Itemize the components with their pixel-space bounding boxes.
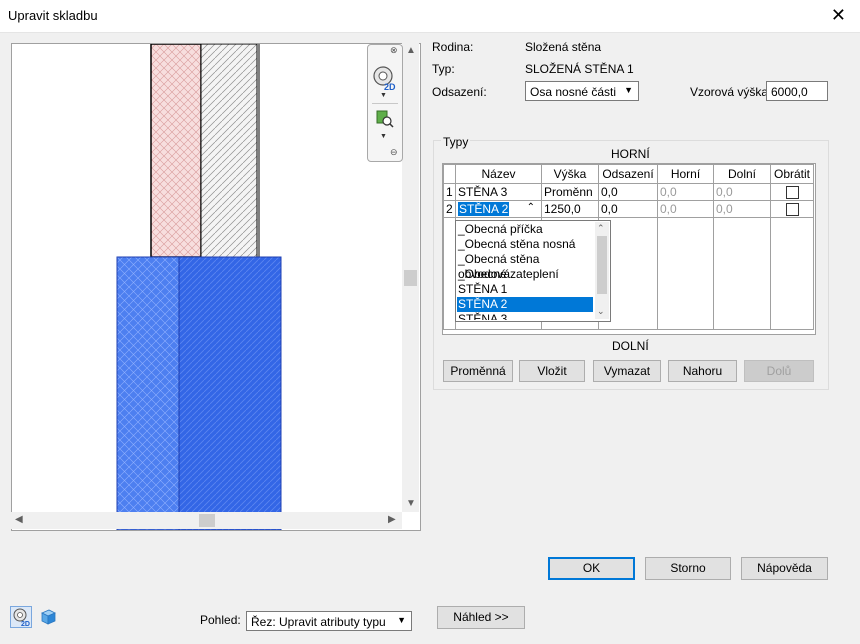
dropdown-option[interactable]: STĚNA 3 [457,312,593,320]
scroll-right-icon[interactable]: ▶ [388,514,396,525]
dropdown-option-selected[interactable]: STĚNA 2 [457,297,593,312]
insert-button[interactable]: Vložit [519,360,585,382]
navbar-options-icon[interactable]: ⊖ [390,147,398,158]
view-label: Pohled: [200,613,241,627]
row-height[interactable]: Proměnn [541,183,599,201]
dropdown-option[interactable]: _Obecné zateplení [457,267,593,282]
cancel-button[interactable]: Storno [645,557,731,580]
vertical-scrollbar[interactable]: ▲ ▼ [402,43,419,512]
type-dropdown-list[interactable]: _Obecná příčka _Obecná stěna nosná _Obec… [455,220,611,322]
preview-button[interactable]: Náhled >> [437,606,525,629]
up-button[interactable]: Nahoru [668,360,737,382]
dropdown-scrollbar[interactable]: ⌃ ⌄ [595,222,609,319]
delete-button[interactable]: Vymazat [593,360,661,382]
horizontal-scrollbar[interactable]: ◀ ▶ [11,512,402,529]
wall-layer-gray [200,44,258,258]
horizontal-scroll-thumb[interactable] [199,514,215,527]
table-row[interactable]: 1 STĚNA 3 Proměnn 0,0 0,0 0,0 [443,183,814,201]
chevron-up-icon[interactable]: ⌃ [527,202,535,213]
top-label: HORNÍ [611,147,650,161]
zoom-dropdown-icon[interactable]: ▼ [380,133,387,140]
title-bar [0,0,860,33]
dropdown-down-icon[interactable]: ⌄ [597,306,605,317]
family-label: Rodina: [432,40,474,54]
view-select-value: Řez: Upravit atributy typu [251,615,386,629]
chevron-down-icon: ▼ [397,615,406,625]
row-top: 0,0 [657,183,714,201]
navigation-bar: ⊗ 2D ▼ ▼ ⊖ [367,44,403,162]
column-bottom: Dolní [713,164,771,184]
wall-layer-pink [150,44,202,258]
column-name: Název [455,164,542,184]
types-group-label: Typy [441,135,471,149]
wall-layer-blue-light [116,256,180,530]
view-2d-icon[interactable]: 2D [10,606,32,628]
flip-checkbox[interactable] [785,186,799,200]
steering-wheel-2d-icon[interactable]: 2D [372,65,398,91]
sample-height-label: Vzorová výška: [690,85,772,99]
row-name-cell[interactable]: STĚNA 2 ⌃ [455,200,542,218]
scroll-up-icon[interactable]: ▲ [406,45,416,56]
dropdown-option[interactable]: STĚNA 1 [457,282,593,297]
row-bottom: 0,0 [713,200,771,218]
row-bottom: 0,0 [713,183,771,201]
bottom-label: DOLNÍ [612,339,649,353]
column-flip: Obrátit [770,164,814,184]
navbar-dropdown-icon[interactable]: ▼ [380,92,387,99]
row-height[interactable]: 1250,0 [541,200,599,218]
row-offset[interactable]: 0,0 [598,200,658,218]
row-offset[interactable]: 0,0 [598,183,658,201]
wall-layer-blue [178,256,282,530]
cube-3d-icon[interactable] [38,607,58,627]
dropdown-scroll-thumb[interactable] [597,236,607,294]
dropdown-option[interactable]: _Obecná příčka [457,222,593,237]
scroll-left-icon[interactable]: ◀ [15,514,23,525]
vertical-scroll-thumb[interactable] [404,270,417,286]
view-select[interactable]: Řez: Upravit atributy typu ▼ [246,611,412,631]
chevron-down-icon: ▼ [624,85,633,95]
row-number: 1 [443,183,456,201]
sample-height-value: 6000,0 [771,85,808,99]
column-offset: Odsazení [598,164,658,184]
ok-button[interactable]: OK [548,557,635,580]
row-top: 0,0 [657,200,714,218]
zoom-window-icon[interactable] [375,109,395,129]
scroll-down-icon[interactable]: ▼ [406,498,416,509]
window-title: Upravit skladbu [8,8,98,23]
row-number: 2 [443,200,456,218]
offset-select[interactable]: Osa nosné části ▼ [525,81,639,101]
help-button[interactable]: Nápověda [741,557,828,580]
down-button[interactable]: Dolů [744,360,814,382]
variable-button[interactable]: Proměnná [443,360,513,382]
svg-text:2D: 2D [21,621,30,628]
table-row[interactable]: 2 STĚNA 2 ⌃ 1250,0 0,0 0,0 0,0 [443,200,814,218]
wall-section-preview [116,44,282,530]
close-icon[interactable]: ✕ [831,5,846,26]
svg-text:2D: 2D [384,82,396,91]
family-value: Složená stěna [525,40,602,54]
type-label: Typ: [432,62,455,76]
column-height: Výška [541,164,599,184]
preview-panel[interactable] [11,43,421,531]
dropdown-option[interactable]: _Obecná stěna nosná [457,237,593,252]
dropdown-option[interactable]: _Obecná stěna obvodová [457,252,593,281]
table-header-row: Název Výška Odsazení Horní Dolní Obrátit [443,164,814,184]
dropdown-up-icon[interactable]: ⌃ [597,223,605,234]
flip-checkbox[interactable] [785,203,799,217]
row-name[interactable]: STĚNA 3 [455,183,542,201]
navbar-close-icon[interactable]: ⊗ [390,45,398,56]
sample-height-input[interactable]: 6000,0 [766,81,828,101]
row-name-selected[interactable]: STĚNA 2 [458,202,510,216]
offset-label: Odsazení: [432,85,487,99]
offset-select-value: Osa nosné části [530,85,617,99]
column-top: Horní [657,164,714,184]
type-value: SLOŽENÁ STĚNA 1 [525,62,634,76]
